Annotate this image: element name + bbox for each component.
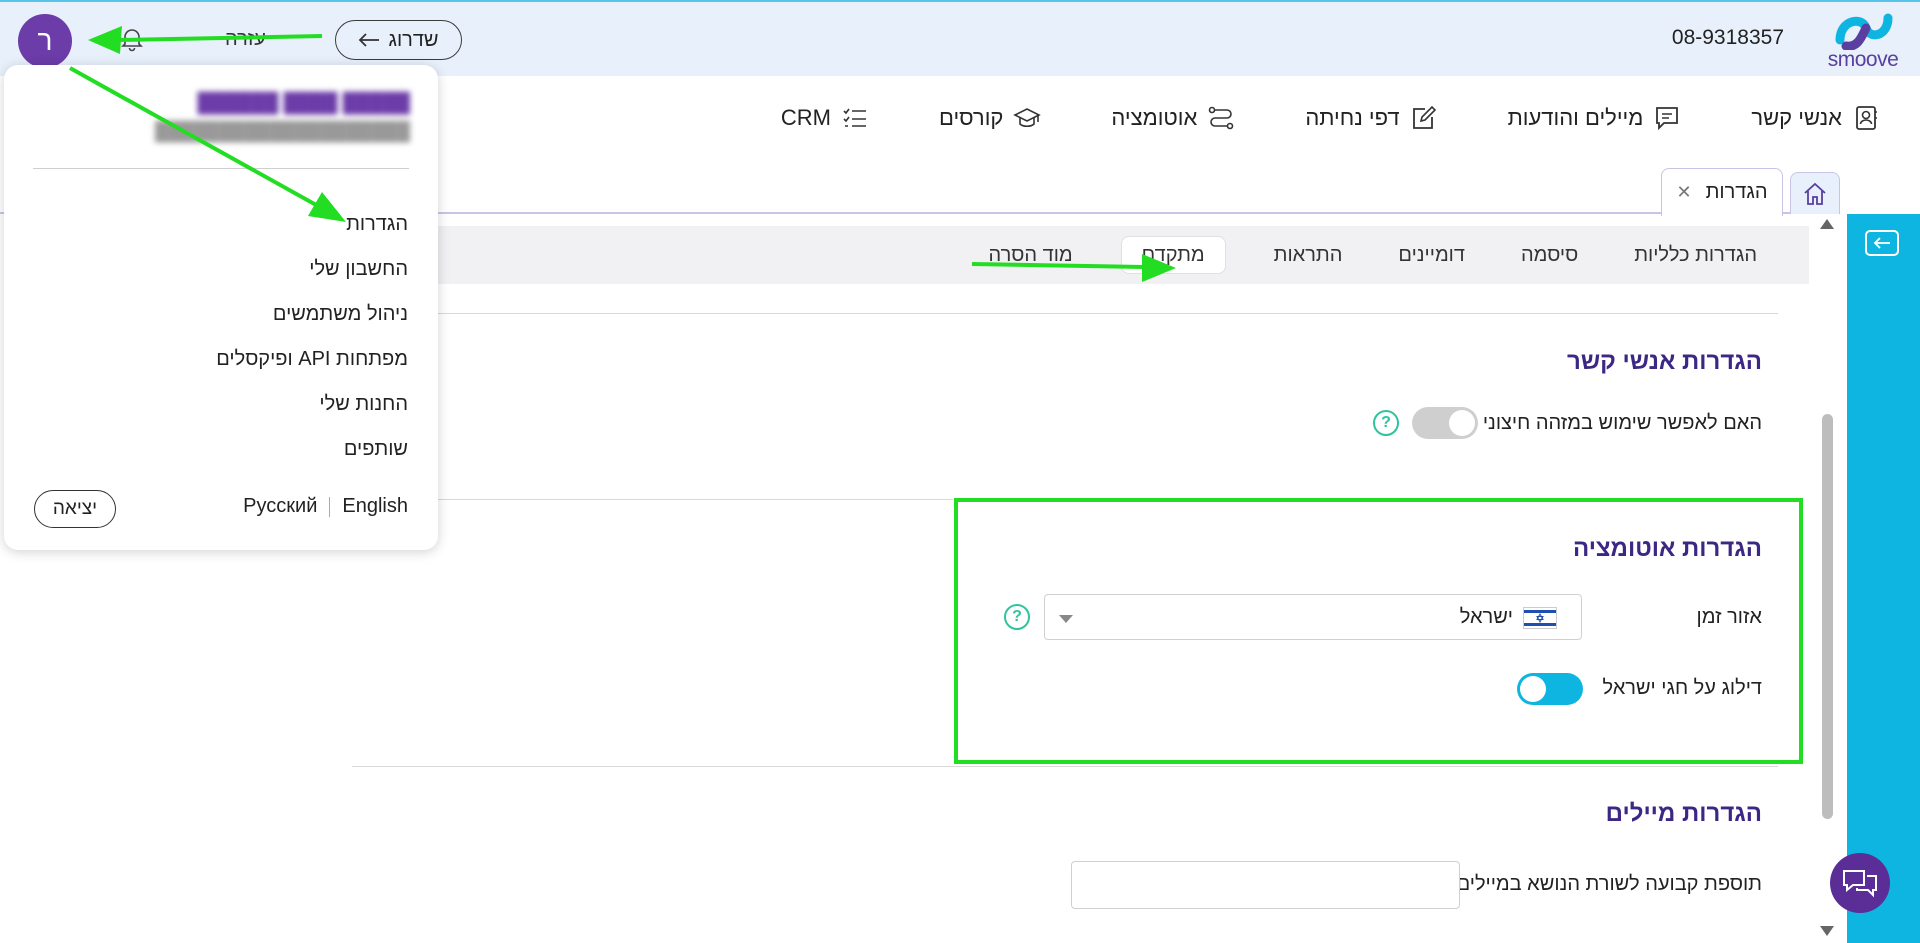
subject-suffix-input[interactable] bbox=[1071, 861, 1460, 909]
lang-russian[interactable]: Русский bbox=[243, 495, 317, 518]
subtab-domains[interactable]: דומיינים bbox=[1390, 244, 1473, 267]
main-nav: אנשי קשר מיילים והודעות דפי נחיתה אוטומצ… bbox=[781, 100, 1880, 136]
external-id-toggle[interactable] bbox=[1412, 407, 1478, 439]
divider bbox=[352, 313, 1778, 314]
right-sidebar bbox=[1847, 214, 1920, 943]
bell-icon[interactable] bbox=[120, 26, 144, 52]
nav-label: קורסים bbox=[938, 105, 1004, 130]
nav-label: דפי נחיתה bbox=[1305, 105, 1400, 130]
language-switcher: Русский English bbox=[243, 495, 408, 518]
user-email: ████████████████████ bbox=[154, 121, 410, 141]
tab-settings-label: הגדרות bbox=[1705, 181, 1768, 203]
settings-subtabs: הגדרות כלליות סיסמה דומיינים התראות מתקד… bbox=[981, 226, 1766, 284]
nav-label: CRM bbox=[780, 105, 831, 130]
lang-english[interactable]: English bbox=[342, 495, 408, 518]
external-id-label: האם לאפשר שימוש במזהה חיצוני bbox=[1482, 412, 1762, 434]
chat-bubble-button[interactable] bbox=[1830, 853, 1890, 913]
scroll-up-arrow[interactable] bbox=[1820, 219, 1834, 229]
user-dropdown-menu: █████ ████ ██████ ████████████████████ ה… bbox=[4, 65, 438, 550]
nav-label: אנשי קשר bbox=[1751, 105, 1842, 130]
menu-item-user-management[interactable]: ניהול משתמשים bbox=[216, 299, 408, 344]
highlight-box bbox=[954, 498, 1803, 764]
nav-item-courses[interactable]: קורסים bbox=[938, 104, 1042, 132]
nav-item-contacts[interactable]: אנשי קשר bbox=[1751, 104, 1880, 132]
divider bbox=[352, 766, 1778, 767]
tab-settings[interactable]: הגדרות ✕ bbox=[1661, 168, 1783, 216]
user-info: █████ ████ ██████ ████████████████████ bbox=[110, 93, 410, 142]
edit-icon bbox=[1412, 105, 1436, 129]
menu-item-my-account[interactable]: החשבון שלי bbox=[216, 254, 408, 299]
subtab-password[interactable]: סיסמה bbox=[1513, 244, 1586, 267]
divider bbox=[33, 168, 409, 169]
checklist-icon bbox=[843, 108, 866, 127]
sidebar-collapse-button[interactable] bbox=[1865, 230, 1899, 256]
email-settings-title: הגדרות מיילים bbox=[1605, 800, 1762, 827]
toggle-knob bbox=[1449, 410, 1475, 436]
arrow-left-icon bbox=[359, 33, 380, 47]
help-icon[interactable]: ? bbox=[1373, 410, 1399, 436]
arrow-left-icon bbox=[1873, 237, 1890, 249]
upgrade-label: שדרוג bbox=[388, 28, 439, 51]
chat-icon bbox=[1843, 870, 1877, 898]
menu-item-partners[interactable]: שותפים bbox=[216, 434, 408, 479]
user-name: █████ ████ ██████ bbox=[197, 93, 410, 114]
home-icon bbox=[1804, 182, 1826, 205]
close-icon[interactable]: ✕ bbox=[1677, 182, 1692, 203]
help-link[interactable]: עזרה bbox=[225, 28, 266, 51]
nav-item-landing-pages[interactable]: דפי נחיתה bbox=[1305, 104, 1437, 132]
menu-item-settings[interactable]: הגדרות bbox=[216, 209, 408, 254]
subtab-notifications[interactable]: התראות bbox=[1266, 244, 1351, 267]
scrollbar-thumb[interactable] bbox=[1822, 414, 1833, 819]
nav-label: אוטומציה bbox=[1111, 105, 1198, 130]
nav-item-crm[interactable]: CRM bbox=[781, 104, 869, 132]
tab-home[interactable] bbox=[1790, 172, 1840, 214]
scroll-down-arrow[interactable] bbox=[1820, 926, 1834, 936]
upgrade-button[interactable]: שדרוג bbox=[335, 20, 462, 60]
subtab-general[interactable]: הגדרות כלליות bbox=[1626, 244, 1765, 267]
messages-icon bbox=[1656, 107, 1679, 131]
user-menu-list: הגדרות החשבון שלי ניהול משתמשים מפתחות A… bbox=[216, 209, 408, 479]
automation-icon bbox=[1209, 106, 1234, 130]
divider bbox=[352, 499, 953, 500]
nav-item-messages[interactable]: מיילים והודעות bbox=[1508, 104, 1682, 132]
smoove-logo[interactable]: smoove bbox=[1824, 10, 1902, 72]
logo-text: smoove bbox=[1827, 48, 1899, 71]
nav-label: מיילים והודעות bbox=[1507, 105, 1644, 130]
subject-suffix-label: תוספת קבועה לשורת הנושא במיילים bbox=[1456, 873, 1762, 895]
phone-number: 08-9318357 bbox=[1671, 26, 1784, 49]
nav-item-automation[interactable]: אוטומציה bbox=[1111, 104, 1235, 132]
contacts-icon bbox=[1856, 106, 1877, 130]
graduation-cap-icon bbox=[1013, 108, 1042, 128]
menu-item-api-keys[interactable]: מפתחות API ופיקסלים bbox=[216, 344, 408, 389]
divider bbox=[329, 496, 331, 517]
logout-button[interactable]: יציאה bbox=[34, 490, 116, 528]
menu-item-my-store[interactable]: החנות שלי bbox=[216, 389, 408, 434]
settings-subtabs-bar: הגדרות כלליות סיסמה דומיינים התראות מתקד… bbox=[436, 226, 1809, 284]
subtab-advanced[interactable]: מתקדם bbox=[1120, 236, 1226, 274]
avatar[interactable]: ר bbox=[18, 14, 72, 68]
contacts-settings-title: הגדרות אנשי קשר bbox=[1567, 348, 1762, 375]
logo-mark-icon bbox=[1835, 13, 1893, 50]
subtab-removal-mode[interactable]: מוד הסרה bbox=[981, 244, 1081, 267]
